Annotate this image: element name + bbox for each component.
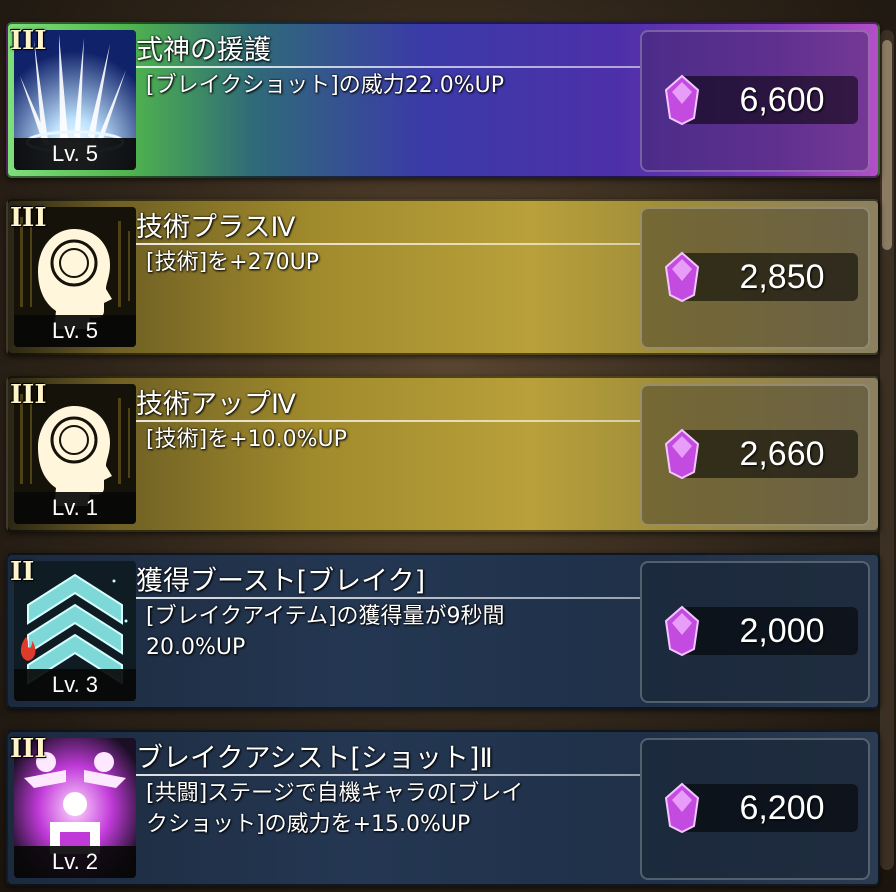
skill-title: 技術アップⅣ bbox=[136, 389, 296, 420]
title-divider bbox=[136, 774, 640, 776]
gem-icon bbox=[664, 251, 700, 303]
skill-title: 獲得ブースト[ブレイク] bbox=[136, 566, 426, 597]
skill-description: [ブレイクアイテム]の獲得量が9秒間 20.0%UP bbox=[146, 604, 505, 660]
purchase-button[interactable]: 2,660 bbox=[640, 384, 870, 526]
purchase-button[interactable]: 2,850 bbox=[640, 207, 870, 349]
title-divider bbox=[136, 597, 640, 599]
gem-icon bbox=[664, 74, 700, 126]
skill-rank: III bbox=[10, 26, 47, 56]
skill-level: Lv. 5 bbox=[14, 138, 136, 170]
skill-description: [技術]を+270UP bbox=[146, 250, 319, 275]
skill-level: Lv. 1 bbox=[14, 492, 136, 524]
skill-rank: III bbox=[10, 380, 47, 410]
skill-title: 式神の援護 bbox=[136, 35, 271, 66]
gem-icon bbox=[664, 605, 700, 657]
skill-row-1[interactable]: Lv. 5 III 式神の援護 [ブレイクショット]の威力22.0%UP 6,6… bbox=[6, 22, 880, 178]
title-divider bbox=[136, 420, 640, 422]
skill-rank: II bbox=[10, 557, 35, 587]
skill-row-2[interactable]: Lv. 5 III 技術プラスⅣ [技術]を+270UP 2,850 bbox=[6, 199, 880, 355]
skill-description: [技術]を+10.0%UP bbox=[146, 427, 347, 452]
skill-rank: III bbox=[10, 203, 47, 233]
purchase-button[interactable]: 2,000 bbox=[640, 561, 870, 703]
skill-level: Lv. 3 bbox=[14, 669, 136, 701]
skill-row-5[interactable]: Lv. 2 III ブレイクアシスト[ショット]Ⅱ [共闘]ステージで自機キャラ… bbox=[6, 730, 880, 886]
skill-rank: III bbox=[10, 734, 47, 764]
skill-level: Lv. 2 bbox=[14, 846, 136, 878]
price-value: 6,200 bbox=[739, 789, 825, 827]
skill-level: Lv. 5 bbox=[14, 315, 136, 347]
skill-description: [共闘]ステージで自機キャラの[ブレイ クショット]の威力を+15.0%UP bbox=[146, 781, 524, 837]
skill-row-3[interactable]: Lv. 1 III 技術アップⅣ [技術]を+10.0%UP 2,660 bbox=[6, 376, 880, 532]
skill-row-4[interactable]: Lv. 3 II 獲得ブースト[ブレイク] [ブレイクアイテム]の獲得量が9秒間… bbox=[6, 553, 880, 709]
purchase-button[interactable]: 6,200 bbox=[640, 738, 870, 880]
purchase-button[interactable]: 6,600 bbox=[640, 30, 870, 172]
gem-icon bbox=[664, 428, 700, 480]
price-value: 2,000 bbox=[739, 612, 825, 650]
skill-title: 技術プラスⅣ bbox=[136, 212, 296, 243]
skill-title: ブレイクアシスト[ショット]Ⅱ bbox=[136, 743, 493, 774]
price-value: 2,660 bbox=[739, 435, 825, 473]
title-divider bbox=[136, 243, 640, 245]
scrollbar-thumb[interactable] bbox=[882, 40, 892, 250]
price-value: 6,600 bbox=[739, 81, 825, 119]
skill-description: [ブレイクショット]の威力22.0%UP bbox=[146, 73, 504, 98]
title-divider bbox=[136, 66, 640, 68]
gem-icon bbox=[664, 782, 700, 834]
price-value: 2,850 bbox=[739, 258, 825, 296]
